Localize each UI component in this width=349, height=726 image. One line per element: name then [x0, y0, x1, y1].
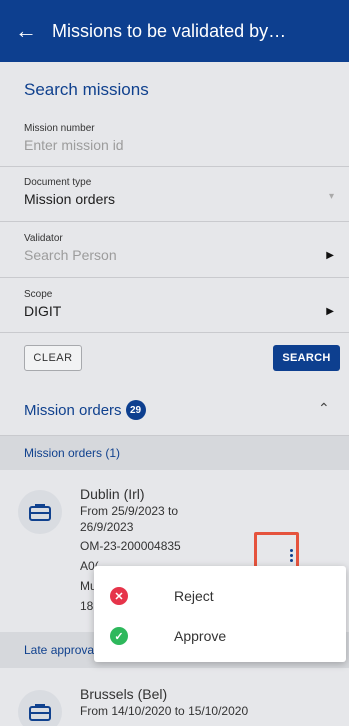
reject-menu-item[interactable]: ✕ Reject: [94, 574, 346, 618]
caret-right-icon[interactable]: ▶: [326, 250, 334, 261]
divider: [0, 166, 349, 167]
mission-orders-header[interactable]: Mission orders 29: [24, 400, 146, 420]
mission-city: Brussels (Bel): [80, 686, 168, 702]
chevron-up-icon[interactable]: ⌃: [318, 400, 330, 417]
mission-orders-title: Mission orders: [24, 401, 122, 419]
mission-reference: OM-23-200004835: [80, 539, 181, 553]
divider: [0, 277, 349, 278]
actions-menu: ✕ Reject ✓ Approve: [94, 566, 346, 662]
validator-input[interactable]: Search Person: [24, 247, 342, 263]
caret-right-icon[interactable]: ▶: [326, 306, 334, 317]
divider: [0, 332, 349, 333]
validator-field[interactable]: Validator Search Person ▶: [24, 233, 342, 263]
check-circle-icon: ✓: [110, 627, 128, 645]
arrow-left-icon[interactable]: ←: [0, 0, 52, 62]
page-title: Missions to be validated by…: [52, 20, 287, 41]
count-badge: 29: [125, 400, 146, 420]
caret-down-icon: ▾: [328, 191, 334, 202]
section-header: Mission orders (1): [0, 436, 349, 470]
document-type-label: Document type: [24, 177, 92, 188]
document-type-value: Mission orders: [24, 191, 116, 207]
mission-dates-end: 26/9/2023: [80, 520, 134, 534]
mission-number-label: Mission number: [24, 123, 95, 134]
scope-field[interactable]: Scope DIGIT ▶: [24, 289, 342, 319]
reject-label: Reject: [174, 588, 214, 604]
approve-label: Approve: [174, 628, 227, 644]
mission-dates: From 14/10/2020 to 15/10/2020: [80, 704, 249, 718]
briefcase-icon: [18, 690, 62, 726]
mission-card-2[interactable]: Brussels (Bel) From 14/10/2020 to 15/10/…: [80, 686, 248, 718]
search-button[interactable]: SEARCH: [273, 345, 340, 371]
mission-number-field[interactable]: Mission number Enter mission id: [24, 123, 342, 153]
scope-value: DIGIT: [24, 303, 62, 319]
mission-city: Dublin (Irl): [80, 486, 145, 502]
reject-icon: ✕: [110, 587, 128, 605]
search-section-title: Search missions: [24, 80, 149, 99]
app-bar: ← Missions to be validated by…: [0, 0, 349, 62]
divider: [0, 221, 349, 222]
approve-menu-item[interactable]: ✓ Approve: [94, 614, 346, 658]
document-type-select[interactable]: Document type Mission orders ▾: [24, 177, 342, 207]
mission-number-input[interactable]: Enter mission id: [24, 137, 342, 153]
briefcase-icon: [18, 490, 62, 534]
clear-button[interactable]: CLEAR: [24, 345, 82, 371]
scope-label: Scope: [24, 289, 53, 300]
validator-label: Validator: [24, 233, 63, 244]
mission-dates: From 25/9/2023 to: [80, 504, 179, 518]
